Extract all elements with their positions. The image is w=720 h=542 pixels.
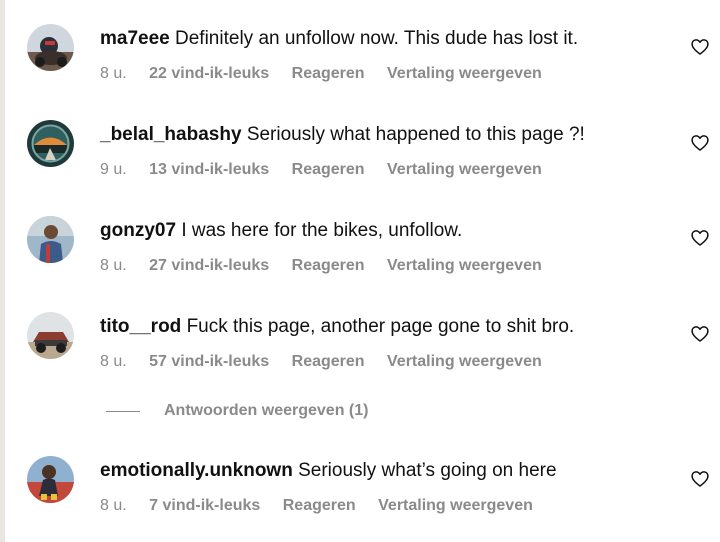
likes-count[interactable]: 7 vind-ik-leuks bbox=[149, 497, 260, 514]
comment-line: gonzy07 I was here for the bikes, unfoll… bbox=[100, 219, 462, 243]
view-replies-button[interactable]: Antwoorden weergeven (1) bbox=[106, 401, 368, 421]
comment-item: gonzy07 I was here for the bikes, unfoll… bbox=[0, 192, 720, 282]
comment-item: _belal_habashy Seriously what happened t… bbox=[0, 96, 720, 186]
comment-meta: 8 u. 22 vind-ik-leuks Reageren Vertaling… bbox=[100, 64, 560, 84]
view-replies-label: Antwoorden weergeven (1) bbox=[164, 402, 369, 419]
heart-outline-icon[interactable] bbox=[690, 324, 710, 344]
likes-count[interactable]: 57 vind-ik-leuks bbox=[149, 353, 269, 370]
show-translation-button[interactable]: Vertaling weergeven bbox=[378, 497, 533, 514]
avatar[interactable] bbox=[27, 120, 74, 167]
comment-time: 9 u. bbox=[100, 161, 127, 178]
avatar[interactable] bbox=[27, 24, 74, 71]
comment-time: 8 u. bbox=[100, 65, 127, 82]
avatar[interactable] bbox=[27, 456, 74, 503]
comment-text: Definitely an unfollow now. This dude ha… bbox=[175, 28, 579, 49]
comment-meta: 8 u. 7 vind-ik-leuks Reageren Vertaling … bbox=[100, 496, 551, 516]
comment-text: Seriously what happened to this page ?! bbox=[246, 124, 585, 145]
avatar[interactable] bbox=[27, 312, 74, 359]
comment-username[interactable]: emotionally.unknown bbox=[100, 460, 293, 481]
heart-outline-icon[interactable] bbox=[690, 228, 710, 248]
comment-meta: 8 u. 27 vind-ik-leuks Reageren Vertaling… bbox=[100, 256, 560, 276]
comment-item: ma7eee Definitely an unfollow now. This … bbox=[0, 0, 720, 90]
comment-time: 8 u. bbox=[100, 353, 127, 370]
comment-meta: 8 u. 57 vind-ik-leuks Reageren Vertaling… bbox=[100, 352, 560, 372]
comment-line: tito__rod Fuck this page, another page g… bbox=[100, 315, 574, 339]
comment-line: ma7eee Definitely an unfollow now. This … bbox=[100, 27, 578, 51]
comment-username[interactable]: tito__rod bbox=[100, 316, 181, 337]
reply-button[interactable]: Reageren bbox=[292, 161, 365, 178]
likes-count[interactable]: 13 vind-ik-leuks bbox=[149, 161, 269, 178]
comment-time: 8 u. bbox=[100, 497, 127, 514]
comment-username[interactable]: ma7eee bbox=[100, 28, 170, 49]
comment-time: 8 u. bbox=[100, 257, 127, 274]
comment-item: tito__rod Fuck this page, another page g… bbox=[0, 288, 720, 378]
heart-outline-icon[interactable] bbox=[690, 133, 710, 153]
comment-text: Fuck this page, another page gone to shi… bbox=[186, 316, 575, 337]
reply-button[interactable]: Reageren bbox=[292, 257, 365, 274]
likes-count[interactable]: 22 vind-ik-leuks bbox=[149, 65, 269, 82]
comment-text: Seriously what’s going on here bbox=[298, 460, 557, 481]
show-translation-button[interactable]: Vertaling weergeven bbox=[387, 257, 542, 274]
comment-text: I was here for the bikes, unfollow. bbox=[181, 220, 463, 241]
heart-outline-icon[interactable] bbox=[690, 469, 710, 489]
comment-username[interactable]: _belal_habashy bbox=[100, 124, 242, 145]
avatar[interactable] bbox=[27, 216, 74, 263]
comment-meta: 9 u. 13 vind-ik-leuks Reageren Vertaling… bbox=[100, 160, 560, 180]
reply-button[interactable]: Reageren bbox=[292, 65, 365, 82]
replies-divider bbox=[106, 410, 140, 412]
reply-button[interactable]: Reageren bbox=[292, 353, 365, 370]
heart-outline-icon[interactable] bbox=[690, 37, 710, 57]
show-translation-button[interactable]: Vertaling weergeven bbox=[387, 65, 542, 82]
comment-username[interactable]: gonzy07 bbox=[100, 220, 176, 241]
show-translation-button[interactable]: Vertaling weergeven bbox=[387, 161, 542, 178]
reply-button[interactable]: Reageren bbox=[283, 497, 356, 514]
likes-count[interactable]: 27 vind-ik-leuks bbox=[149, 257, 269, 274]
show-translation-button[interactable]: Vertaling weergeven bbox=[387, 353, 542, 370]
comment-line: _belal_habashy Seriously what happened t… bbox=[100, 123, 585, 147]
comment-item: emotionally.unknown Seriously what’s goi… bbox=[0, 432, 720, 522]
comment-line: emotionally.unknown Seriously what’s goi… bbox=[100, 459, 557, 483]
